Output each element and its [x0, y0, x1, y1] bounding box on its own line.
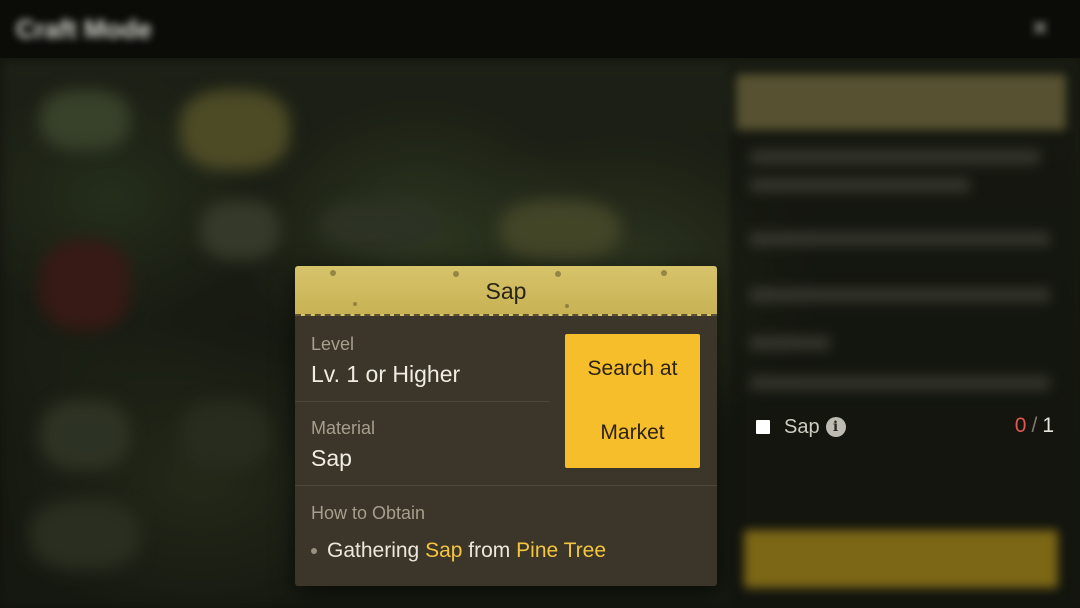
obtain-label: How to Obtain — [311, 503, 426, 523]
close-icon[interactable]: × — [1024, 12, 1056, 44]
header-speck — [661, 270, 667, 276]
divider — [295, 401, 550, 402]
market-button-line2: Market — [600, 421, 665, 444]
level-label: Level — [311, 334, 355, 354]
level-value: Lv. 1 or Higher — [311, 361, 461, 387]
obtain-source: Pine Tree — [516, 539, 607, 562]
market-button-label: Search at Market — [578, 353, 688, 449]
popup-header: Sap — [295, 266, 717, 316]
requirement-separator: / — [1031, 414, 1038, 437]
material-requirement-row[interactable]: Sap i 0/1 — [756, 412, 1056, 442]
popup-title: Sap — [485, 278, 527, 304]
window-title: Craft Mode — [16, 14, 152, 44]
requirement-count: 0/1 — [1015, 414, 1054, 438]
search-at-market-button[interactable]: Search at Market — [565, 334, 700, 468]
obtain-item: Sap — [425, 539, 463, 562]
requirement-item-name: Sap — [784, 415, 820, 438]
obtain-section: How to Obtain — [311, 503, 551, 524]
level-section: Level Lv. 1 or Higher — [311, 334, 551, 388]
divider — [295, 485, 717, 486]
obtain-connector: from — [468, 539, 511, 562]
material-section: Material Sap — [311, 418, 551, 472]
checkbox-icon — [756, 420, 770, 434]
header-speck — [555, 271, 561, 277]
requirement-need: 1 — [1042, 414, 1054, 437]
bullet-icon — [311, 548, 317, 554]
material-value: Sap — [311, 445, 352, 471]
market-button-line1: Search at — [587, 357, 678, 380]
header-speck — [453, 271, 459, 277]
requirement-have: 0 — [1014, 414, 1027, 437]
top-bar: Craft Mode × — [0, 0, 1080, 58]
material-label: Material — [311, 418, 376, 438]
obtain-method: Gathering Sap from Pine Tree — [311, 539, 701, 563]
obtain-action: Gathering — [327, 539, 420, 562]
item-info-popup: Sap Level Lv. 1 or Higher Material Sap S… — [295, 266, 717, 586]
header-speck — [330, 270, 336, 276]
info-icon[interactable]: i — [825, 417, 846, 437]
